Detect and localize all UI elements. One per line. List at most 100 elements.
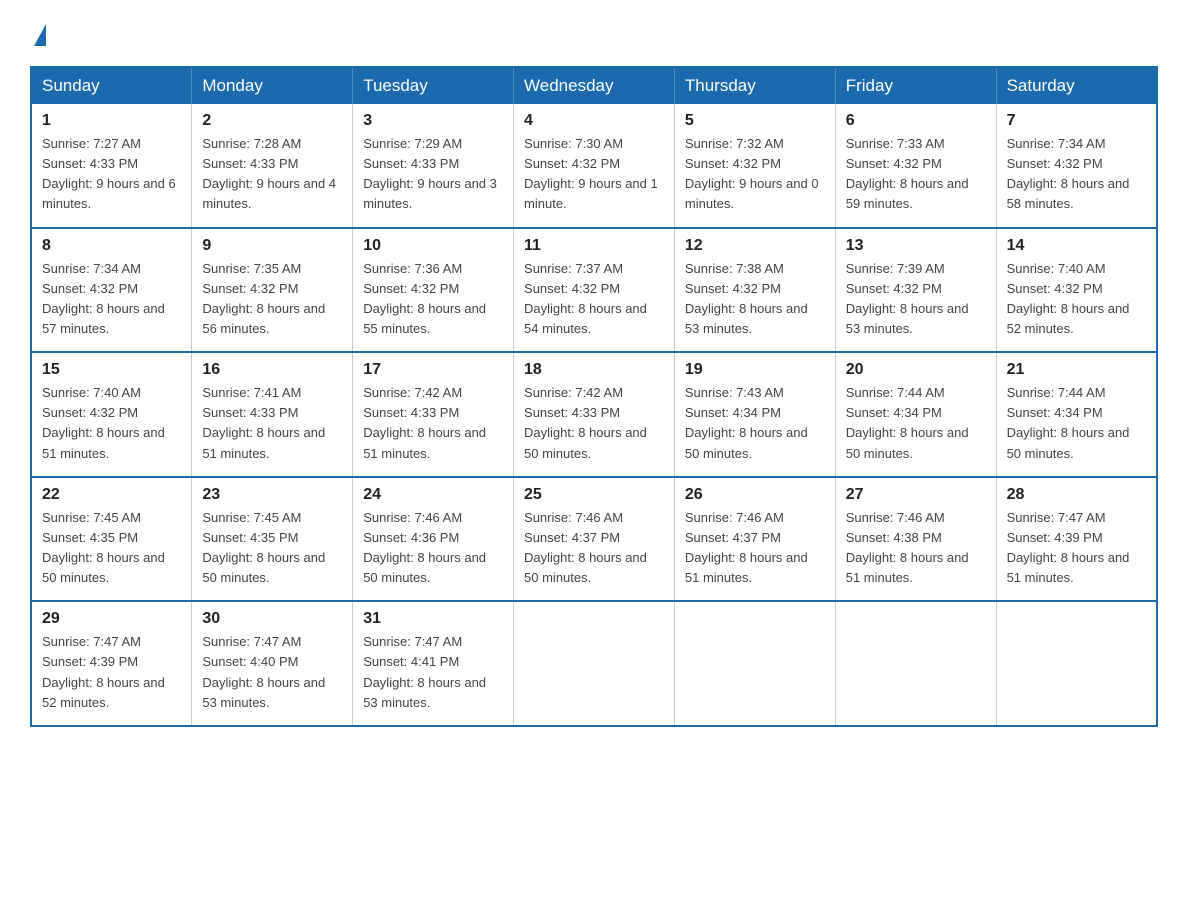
day-info: Sunrise: 7:37 AMSunset: 4:32 PMDaylight:…	[524, 259, 664, 340]
day-info: Sunrise: 7:44 AMSunset: 4:34 PMDaylight:…	[846, 383, 986, 464]
day-number: 6	[846, 112, 986, 130]
calendar-day-cell: 26 Sunrise: 7:46 AMSunset: 4:37 PMDayligh…	[674, 477, 835, 602]
day-number: 5	[685, 112, 825, 130]
day-number: 12	[685, 237, 825, 255]
page-header	[30, 20, 1158, 46]
day-number: 27	[846, 486, 986, 504]
day-number: 24	[363, 486, 503, 504]
day-info: Sunrise: 7:28 AMSunset: 4:33 PMDaylight:…	[202, 134, 342, 215]
calendar-day-cell: 28 Sunrise: 7:47 AMSunset: 4:39 PMDayligh…	[996, 477, 1157, 602]
calendar-day-cell: 25 Sunrise: 7:46 AMSunset: 4:37 PMDayligh…	[514, 477, 675, 602]
day-info: Sunrise: 7:33 AMSunset: 4:32 PMDaylight:…	[846, 134, 986, 215]
day-number: 26	[685, 486, 825, 504]
calendar-day-cell	[674, 601, 835, 726]
calendar-day-cell: 5 Sunrise: 7:32 AMSunset: 4:32 PMDaylight…	[674, 104, 835, 228]
day-info: Sunrise: 7:35 AMSunset: 4:32 PMDaylight:…	[202, 259, 342, 340]
calendar-day-cell: 4 Sunrise: 7:30 AMSunset: 4:32 PMDaylight…	[514, 104, 675, 228]
day-number: 20	[846, 361, 986, 379]
day-number: 18	[524, 361, 664, 379]
calendar-day-header: Tuesday	[353, 67, 514, 104]
day-info: Sunrise: 7:34 AMSunset: 4:32 PMDaylight:…	[1007, 134, 1146, 215]
day-number: 10	[363, 237, 503, 255]
calendar-day-cell: 27 Sunrise: 7:46 AMSunset: 4:38 PMDayligh…	[835, 477, 996, 602]
day-number: 31	[363, 610, 503, 628]
calendar-day-cell: 18 Sunrise: 7:42 AMSunset: 4:33 PMDayligh…	[514, 352, 675, 477]
calendar-day-cell: 21 Sunrise: 7:44 AMSunset: 4:34 PMDayligh…	[996, 352, 1157, 477]
day-number: 28	[1007, 486, 1146, 504]
calendar-day-cell: 2Sunrise: 7:28 AMSunset: 4:33 PMDaylight…	[192, 104, 353, 228]
calendar-day-cell: 17 Sunrise: 7:42 AMSunset: 4:33 PMDayligh…	[353, 352, 514, 477]
day-info: Sunrise: 7:45 AMSunset: 4:35 PMDaylight:…	[202, 508, 342, 589]
day-number: 15	[42, 361, 181, 379]
day-number: 1	[42, 112, 181, 130]
day-number: 7	[1007, 112, 1146, 130]
day-info: Sunrise: 7:47 AMSunset: 4:41 PMDaylight:…	[363, 632, 503, 713]
day-number: 22	[42, 486, 181, 504]
day-info: Sunrise: 7:45 AMSunset: 4:35 PMDaylight:…	[42, 508, 181, 589]
day-info: Sunrise: 7:41 AMSunset: 4:33 PMDaylight:…	[202, 383, 342, 464]
calendar-day-cell: 11 Sunrise: 7:37 AMSunset: 4:32 PMDayligh…	[514, 228, 675, 353]
calendar-day-cell: 23 Sunrise: 7:45 AMSunset: 4:35 PMDayligh…	[192, 477, 353, 602]
calendar-table: SundayMondayTuesdayWednesdayThursdayFrid…	[30, 66, 1158, 727]
calendar-day-cell: 14Sunrise: 7:40 AMSunset: 4:32 PMDayligh…	[996, 228, 1157, 353]
calendar-day-header: Sunday	[31, 67, 192, 104]
day-number: 30	[202, 610, 342, 628]
calendar-day-cell: 30 Sunrise: 7:47 AMSunset: 4:40 PMDayligh…	[192, 601, 353, 726]
calendar-day-cell: 29 Sunrise: 7:47 AMSunset: 4:39 PMDayligh…	[31, 601, 192, 726]
calendar-day-cell	[835, 601, 996, 726]
day-info: Sunrise: 7:44 AMSunset: 4:34 PMDaylight:…	[1007, 383, 1146, 464]
day-info: Sunrise: 7:42 AMSunset: 4:33 PMDaylight:…	[363, 383, 503, 464]
calendar-day-cell	[514, 601, 675, 726]
day-info: Sunrise: 7:27 AMSunset: 4:33 PMDaylight:…	[42, 134, 181, 215]
calendar-day-cell: 6 Sunrise: 7:33 AMSunset: 4:32 PMDaylight…	[835, 104, 996, 228]
calendar-week-row: 8Sunrise: 7:34 AMSunset: 4:32 PMDaylight…	[31, 228, 1157, 353]
calendar-day-header: Friday	[835, 67, 996, 104]
day-number: 19	[685, 361, 825, 379]
day-info: Sunrise: 7:32 AMSunset: 4:32 PMDaylight:…	[685, 134, 825, 215]
day-info: Sunrise: 7:46 AMSunset: 4:37 PMDaylight:…	[685, 508, 825, 589]
day-number: 21	[1007, 361, 1146, 379]
day-info: Sunrise: 7:47 AMSunset: 4:39 PMDaylight:…	[1007, 508, 1146, 589]
calendar-day-cell: 7 Sunrise: 7:34 AMSunset: 4:32 PMDaylight…	[996, 104, 1157, 228]
day-number: 23	[202, 486, 342, 504]
logo-triangle-icon	[34, 24, 46, 46]
calendar-day-cell: 9 Sunrise: 7:35 AMSunset: 4:32 PMDaylight…	[192, 228, 353, 353]
calendar-day-header: Monday	[192, 67, 353, 104]
day-info: Sunrise: 7:36 AMSunset: 4:32 PMDaylight:…	[363, 259, 503, 340]
calendar-day-cell: 10 Sunrise: 7:36 AMSunset: 4:32 PMDayligh…	[353, 228, 514, 353]
calendar-day-cell: 8Sunrise: 7:34 AMSunset: 4:32 PMDaylight…	[31, 228, 192, 353]
calendar-day-header: Wednesday	[514, 67, 675, 104]
calendar-week-row: 29 Sunrise: 7:47 AMSunset: 4:39 PMDayligh…	[31, 601, 1157, 726]
calendar-day-cell: 13 Sunrise: 7:39 AMSunset: 4:32 PMDayligh…	[835, 228, 996, 353]
day-number: 13	[846, 237, 986, 255]
calendar-week-row: 22 Sunrise: 7:45 AMSunset: 4:35 PMDayligh…	[31, 477, 1157, 602]
day-info: Sunrise: 7:46 AMSunset: 4:37 PMDaylight:…	[524, 508, 664, 589]
calendar-week-row: 15 Sunrise: 7:40 AMSunset: 4:32 PMDayligh…	[31, 352, 1157, 477]
day-info: Sunrise: 7:30 AMSunset: 4:32 PMDaylight:…	[524, 134, 664, 215]
day-info: Sunrise: 7:47 AMSunset: 4:40 PMDaylight:…	[202, 632, 342, 713]
day-info: Sunrise: 7:46 AMSunset: 4:36 PMDaylight:…	[363, 508, 503, 589]
logo	[30, 20, 46, 46]
day-number: 25	[524, 486, 664, 504]
day-info: Sunrise: 7:38 AMSunset: 4:32 PMDaylight:…	[685, 259, 825, 340]
calendar-day-cell: 1 Sunrise: 7:27 AMSunset: 4:33 PMDaylight…	[31, 104, 192, 228]
calendar-day-cell: 24 Sunrise: 7:46 AMSunset: 4:36 PMDayligh…	[353, 477, 514, 602]
day-number: 9	[202, 237, 342, 255]
day-info: Sunrise: 7:42 AMSunset: 4:33 PMDaylight:…	[524, 383, 664, 464]
calendar-day-cell: 22 Sunrise: 7:45 AMSunset: 4:35 PMDayligh…	[31, 477, 192, 602]
day-info: Sunrise: 7:47 AMSunset: 4:39 PMDaylight:…	[42, 632, 181, 713]
calendar-day-header: Thursday	[674, 67, 835, 104]
day-number: 14	[1007, 237, 1146, 255]
day-info: Sunrise: 7:40 AMSunset: 4:32 PMDaylight:…	[42, 383, 181, 464]
day-info: Sunrise: 7:46 AMSunset: 4:38 PMDaylight:…	[846, 508, 986, 589]
calendar-day-cell: 12 Sunrise: 7:38 AMSunset: 4:32 PMDayligh…	[674, 228, 835, 353]
day-info: Sunrise: 7:39 AMSunset: 4:32 PMDaylight:…	[846, 259, 986, 340]
day-number: 11	[524, 237, 664, 255]
calendar-day-cell: 16Sunrise: 7:41 AMSunset: 4:33 PMDayligh…	[192, 352, 353, 477]
calendar-week-row: 1 Sunrise: 7:27 AMSunset: 4:33 PMDaylight…	[31, 104, 1157, 228]
day-number: 29	[42, 610, 181, 628]
day-number: 4	[524, 112, 664, 130]
calendar-day-header: Saturday	[996, 67, 1157, 104]
day-number: 17	[363, 361, 503, 379]
calendar-header-row: SundayMondayTuesdayWednesdayThursdayFrid…	[31, 67, 1157, 104]
